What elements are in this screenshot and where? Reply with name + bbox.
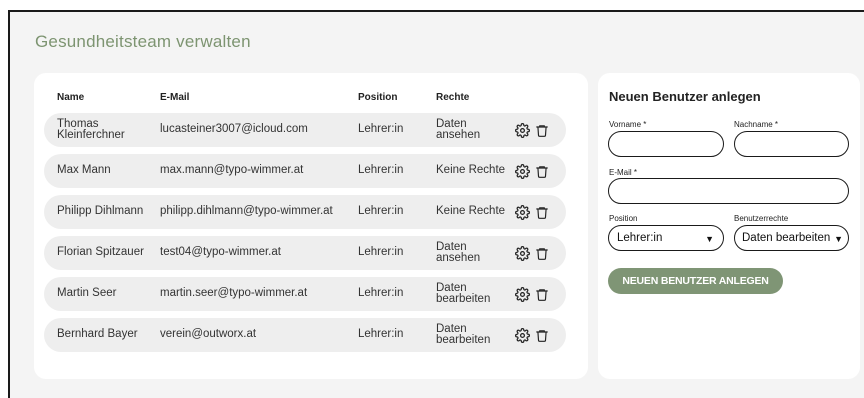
row-rights: Daten bearbeiten xyxy=(436,281,491,305)
row-email: lucasteiner3007@icloud.com xyxy=(160,123,308,136)
table-row: Florian Spitzauer test04@typo-wimmer.at Le… xyxy=(44,236,566,270)
row-rights: Keine Rechte xyxy=(436,205,506,218)
page-title: Gesundheitsteam verwalten xyxy=(35,32,251,51)
trash-icon[interactable] xyxy=(534,327,550,343)
gear-icon[interactable] xyxy=(514,163,530,179)
row-actions xyxy=(514,236,564,270)
table-row: Thomas Kleinferchner lucasteiner3007@iclo… xyxy=(44,113,566,147)
row-position: Lehrer:in xyxy=(358,287,404,300)
row-actions xyxy=(514,195,564,229)
row-name: Thomas Kleinferchner xyxy=(57,117,125,141)
firstname-label: Vorname * xyxy=(609,120,647,129)
gear-icon[interactable] xyxy=(514,286,530,302)
gear-icon[interactable] xyxy=(514,122,530,138)
email-input[interactable] xyxy=(608,178,849,204)
rights-select[interactable]: Daten bearbeiten ▼ xyxy=(734,225,849,251)
position-select-value: Lehrer:in xyxy=(617,232,663,244)
row-rights: Daten bearbeiten xyxy=(436,322,491,346)
row-name: Philipp Dihlmann xyxy=(57,205,144,218)
row-position: Lehrer:in xyxy=(358,205,404,218)
header-rights: Rechte xyxy=(436,92,470,103)
trash-icon[interactable] xyxy=(534,286,550,302)
row-actions xyxy=(514,154,564,188)
row-position: Lehrer:in xyxy=(358,164,404,177)
position-label: Position xyxy=(609,214,638,223)
trash-icon[interactable] xyxy=(534,245,550,261)
lastname-label: Nachname * xyxy=(734,120,779,129)
table-row: Bernhard Bayer verein@outworx.at Lehrer:in… xyxy=(44,318,566,352)
gear-icon[interactable] xyxy=(514,204,530,220)
header-position: Position xyxy=(358,92,398,103)
table-row: Philipp Dihlmann philipp.dihlmann@typo-wi… xyxy=(44,195,566,229)
rights-label: Benutzerrechte xyxy=(734,214,789,223)
row-email: martin.seer@typo-wimmer.at xyxy=(160,287,308,300)
main-panel: Gesundheitsteam verwalten Name E-Mail Po… xyxy=(8,10,864,398)
header-name: Name xyxy=(57,92,85,103)
trash-icon[interactable] xyxy=(534,163,550,179)
row-position: Lehrer:in xyxy=(358,328,404,341)
gear-icon[interactable] xyxy=(514,327,530,343)
row-name: Martin Seer xyxy=(57,287,117,300)
position-select[interactable]: Lehrer:in ▼ xyxy=(608,225,724,251)
row-rights: Daten ansehen xyxy=(436,117,481,141)
row-name: Max Mann xyxy=(57,164,111,177)
row-actions xyxy=(514,318,564,352)
table-header: Name E-Mail Position Rechte xyxy=(34,73,588,113)
trash-icon[interactable] xyxy=(534,204,550,220)
row-rights: Keine Rechte xyxy=(436,164,506,177)
firstname-input[interactable] xyxy=(608,131,724,157)
row-email: philipp.dihlmann@typo-wimmer.at xyxy=(160,205,333,218)
trash-icon[interactable] xyxy=(534,122,550,138)
caret-down-icon: ▼ xyxy=(705,234,714,244)
row-position: Lehrer:in xyxy=(358,123,404,136)
table-row: Martin Seer martin.seer@typo-wimmer.at Leh… xyxy=(44,277,566,311)
row-email: test04@typo-wimmer.at xyxy=(160,246,281,259)
row-email: max.mann@typo-wimmer.at xyxy=(160,164,304,177)
table-row: Max Mann max.mann@typo-wimmer.at Lehrer:in… xyxy=(44,154,566,188)
row-actions xyxy=(514,277,564,311)
row-email: verein@outworx.at xyxy=(160,328,257,341)
row-position: Lehrer:in xyxy=(358,246,404,259)
row-actions xyxy=(514,113,564,147)
form-title: Neuen Benutzer anlegen xyxy=(609,89,761,104)
rights-select-value: Daten bearbeiten xyxy=(742,232,831,244)
email-label: E-Mail * xyxy=(609,168,638,177)
users-table: Name E-Mail Position Rechte Thomas Klein… xyxy=(34,73,588,379)
row-name: Florian Spitzauer xyxy=(57,246,144,259)
row-name: Bernhard Bayer xyxy=(57,328,138,341)
lastname-input[interactable] xyxy=(734,131,849,157)
create-user-button[interactable]: NEUEN BENUTZER ANLEGEN xyxy=(608,268,783,294)
caret-down-icon: ▼ xyxy=(834,234,843,244)
header-email: E-Mail xyxy=(160,92,190,103)
gear-icon[interactable] xyxy=(514,245,530,261)
new-user-form: Neuen Benutzer anlegen Vorname * Nachnam… xyxy=(598,73,860,379)
row-rights: Daten ansehen xyxy=(436,240,481,264)
